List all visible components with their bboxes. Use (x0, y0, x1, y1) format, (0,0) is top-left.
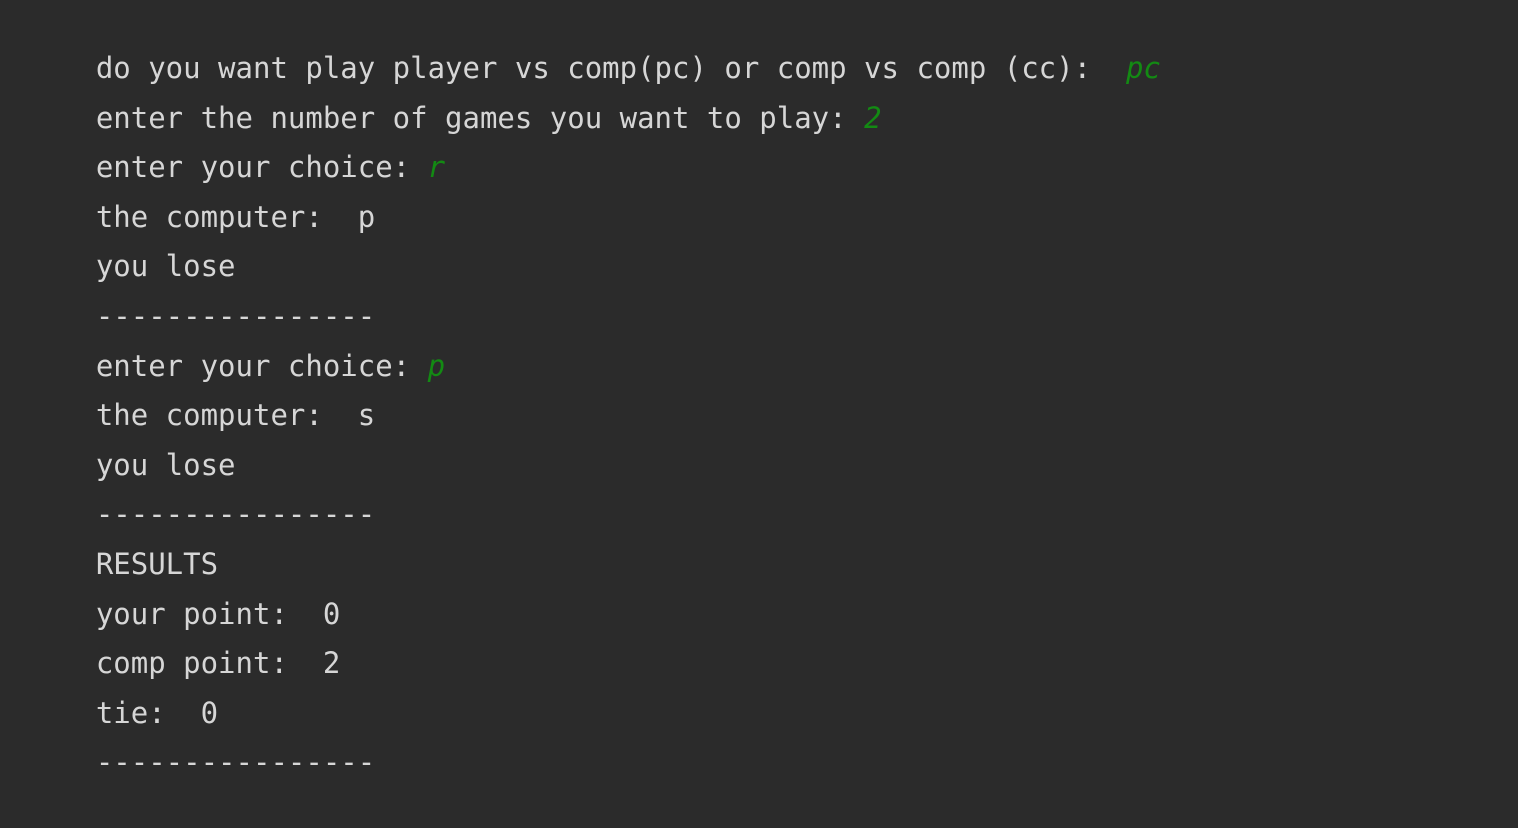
console-output-text: tie: 0 (95, 695, 219, 730)
console-output-text: do you want play player vs comp(pc) or c… (95, 51, 1126, 85)
separator-text: ---------------- (95, 745, 376, 780)
separator-line: ---------------- (26, 696, 1506, 779)
console-output-text: the computer: p (95, 199, 376, 234)
user-input-text: pc (1125, 51, 1161, 85)
console-output-text: enter the number of games you want to pl… (95, 100, 865, 135)
user-input-text: p (427, 348, 446, 383)
console-output-text: the computer: s (95, 398, 376, 433)
console-output-text: RESULTS (95, 546, 219, 581)
console-output-text: you lose (95, 249, 236, 284)
console-output-text: your point: 0 (95, 596, 341, 631)
separator-line: ---------------- (26, 250, 1506, 333)
console-output-text: enter your choice: (95, 348, 428, 383)
user-input-text: 2 (864, 100, 882, 135)
console-output-text: you lose (95, 447, 236, 482)
console-output[interactable]: do you want play player vs comp(pc) or c… (26, 2, 1506, 779)
console-line: do you want play player vs comp(pc) or c… (26, 2, 1506, 85)
console-output-text: comp point: 2 (95, 646, 341, 681)
separator-line: ---------------- (26, 448, 1506, 531)
console-output-text: enter your choice: (95, 150, 428, 185)
separator-text: ---------------- (95, 497, 376, 532)
your-point-line: your point: 0 (26, 548, 1506, 631)
user-input-text: r (427, 150, 446, 185)
separator-text: ---------------- (95, 298, 376, 333)
